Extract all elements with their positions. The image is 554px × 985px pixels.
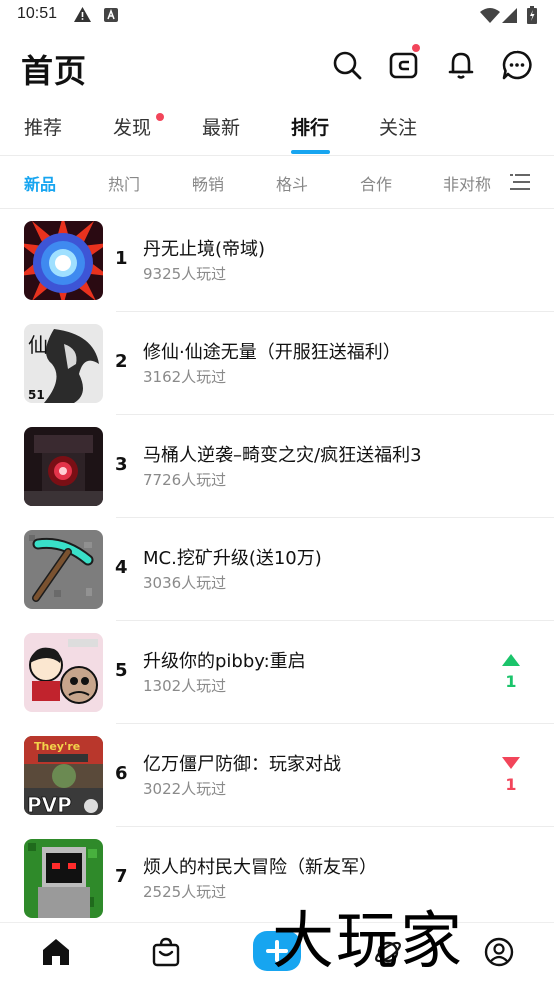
game-name: 丹无止境(帝域) (143, 239, 266, 260)
home-icon[interactable] (41, 937, 71, 971)
bell-icon[interactable] (446, 50, 476, 80)
wallet-badge (412, 44, 420, 52)
arrow-up-icon (502, 654, 520, 666)
watermark-logo: 大玩家 (272, 904, 465, 977)
game-row[interactable]: 1 丹无止境(帝域) 9325人玩过 (0, 209, 554, 312)
warning-icon (74, 7, 91, 26)
game-rank: 5 (115, 660, 128, 681)
svg-text:51: 51 (28, 388, 45, 402)
game-thumbnail (24, 427, 103, 506)
game-rank: 3 (115, 454, 128, 475)
game-thumbnail (24, 839, 103, 918)
game-rank: 2 (115, 351, 128, 372)
rank-down-indicator: 1 (496, 754, 526, 794)
game-thumbnail (24, 633, 103, 712)
page-title: 首页 (21, 52, 88, 90)
game-play-count: 3162人玩过 (143, 368, 227, 386)
svg-text:They're: They're (34, 740, 80, 753)
tab-following[interactable]: 关注 (379, 113, 417, 140)
game-rank: 4 (115, 557, 128, 578)
game-row[interactable]: 仙 51 2 修仙·仙途无量（开服狂送福利） 3162人玩过 (0, 312, 554, 415)
subtab-asymmetric[interactable]: 非对称 (443, 171, 491, 195)
game-play-count: 2525人玩过 (143, 883, 227, 901)
wifi-icon (480, 8, 500, 27)
profile-icon[interactable] (484, 937, 514, 971)
game-play-count: 9325人玩过 (143, 265, 227, 283)
active-tab-indicator (291, 150, 330, 154)
rank-change: 1 (505, 672, 517, 691)
tab-latest[interactable]: 最新 (202, 113, 240, 140)
subtab-new[interactable]: 新品 (24, 171, 56, 195)
tab-discover[interactable]: 发现 (113, 113, 151, 140)
game-rank: 6 (115, 763, 128, 784)
game-row[interactable]: 5 升级你的pibby:重启 1302人玩过 1 (0, 621, 554, 724)
message-icon[interactable] (502, 50, 532, 80)
game-name: 烦人的村民大冒险（新友军） (143, 857, 377, 878)
game-row[interactable]: They're PVP 6 亿万僵尸防御：玩家对战 3022人玩过 1 (0, 724, 554, 827)
subtab-collab[interactable]: 合作 (360, 171, 392, 195)
game-name: 修仙·仙途无量（开服狂送福利） (143, 342, 401, 363)
status-bar: 10:51 (0, 0, 554, 30)
shop-bag-icon[interactable] (151, 937, 181, 971)
battery-icon (527, 6, 537, 28)
svg-text:仙: 仙 (28, 333, 48, 357)
tab-ranking[interactable]: 排行 (291, 113, 329, 140)
discover-badge (156, 113, 164, 121)
subtab-fighting[interactable]: 格斗 (276, 171, 308, 195)
header: 首页 (0, 36, 554, 96)
game-play-count: 7726人玩过 (143, 471, 227, 489)
font-notification-icon (104, 7, 118, 26)
game-name: 马桶人逆袭–畸变之灾/疯狂送福利3 (143, 445, 422, 466)
game-play-count: 3036人玩过 (143, 574, 227, 592)
subtab-bestseller[interactable]: 畅销 (192, 171, 224, 195)
game-thumbnail: They're PVP (24, 736, 103, 815)
game-row[interactable]: 4 MC.挖矿升级(送10万) 3036人玩过 (0, 518, 554, 621)
game-thumbnail (24, 530, 103, 609)
main-tabs: 推荐 发现 最新 排行 关注 (0, 104, 554, 154)
status-time: 10:51 (17, 5, 58, 22)
game-play-count: 3022人玩过 (143, 780, 227, 798)
game-name: 升级你的pibby:重启 (143, 651, 306, 672)
subtab-hot[interactable]: 热门 (108, 171, 140, 195)
cell-signal-icon (502, 8, 517, 27)
game-thumbnail: 仙 51 (24, 324, 103, 403)
tab-recommend[interactable]: 推荐 (24, 113, 62, 140)
svg-text:PVP: PVP (27, 793, 72, 815)
menu-icon[interactable] (510, 173, 530, 191)
game-thumbnail (24, 221, 103, 300)
search-icon[interactable] (332, 50, 362, 80)
game-rank: 7 (115, 866, 128, 887)
game-row[interactable]: 3 马桶人逆袭–畸变之灾/疯狂送福利3 7726人玩过 (0, 415, 554, 518)
game-name: 亿万僵尸防御：玩家对战 (143, 754, 341, 775)
game-play-count: 1302人玩过 (143, 677, 227, 695)
wallet-icon[interactable] (389, 44, 420, 80)
rank-up-indicator: 1 (496, 651, 526, 691)
arrow-down-icon (502, 757, 520, 769)
rank-change: 1 (505, 775, 517, 794)
game-rank: 1 (115, 248, 128, 269)
ranking-subtabs: 新品 热门 畅销 格斗 合作 非对称 (0, 156, 554, 208)
game-name: MC.挖矿升级(送10万) (143, 548, 322, 569)
